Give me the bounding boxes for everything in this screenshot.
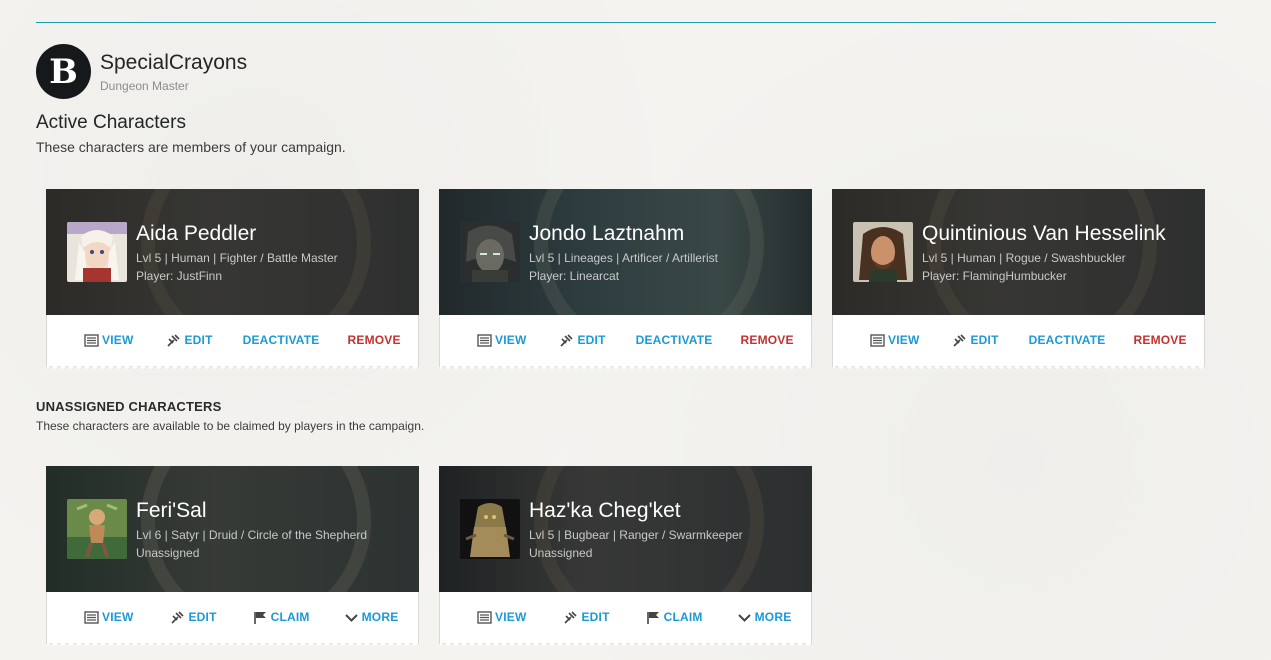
remove-button[interactable]: REMOVE bbox=[741, 333, 794, 347]
edit-icon bbox=[560, 333, 574, 347]
character-details: Lvl 6 | Satyr | Druid / Circle of the Sh… bbox=[136, 528, 368, 542]
campaign-page: B SpecialCrayons Dungeon Master Active C… bbox=[0, 0, 1271, 660]
card-actions: VIEW EDIT DEACTIVATE REMOVE bbox=[46, 315, 419, 370]
remove-button[interactable]: REMOVE bbox=[1134, 333, 1187, 347]
edit-button[interactable]: EDIT bbox=[170, 610, 216, 624]
character-name[interactable]: Aida Peddler bbox=[136, 222, 256, 246]
card-header[interactable]: Jondo Laztnahm Lvl 5 | Lineages | Artifi… bbox=[439, 189, 812, 315]
remove-button[interactable]: REMOVE bbox=[348, 333, 401, 347]
character-portrait bbox=[67, 499, 127, 559]
character-name[interactable]: Quintinious Van Hesselink bbox=[922, 222, 1166, 246]
edit-button[interactable]: EDIT bbox=[563, 610, 609, 624]
card-header[interactable]: Haz'ka Cheg'ket Lvl 5 | Bugbear | Ranger… bbox=[439, 466, 812, 592]
chevron-down-icon bbox=[737, 613, 751, 622]
character-player: Player: Linearcat bbox=[529, 269, 620, 283]
active-characters-title: Active Characters bbox=[36, 112, 186, 133]
card-actions: VIEW EDIT CLAIM MORE bbox=[46, 592, 419, 647]
sheet-icon bbox=[84, 333, 99, 347]
character-name[interactable]: Haz'ka Cheg'ket bbox=[529, 499, 681, 523]
chevron-down-icon bbox=[344, 613, 358, 622]
view-button[interactable]: VIEW bbox=[84, 333, 133, 347]
edit-button[interactable]: EDIT bbox=[559, 333, 605, 347]
deactivate-button[interactable]: DEACTIVATE bbox=[1029, 333, 1106, 347]
character-portrait bbox=[67, 222, 127, 282]
sheet-icon bbox=[84, 610, 99, 624]
dm-profile: B SpecialCrayons Dungeon Master bbox=[36, 44, 247, 99]
character-player: Unassigned bbox=[136, 546, 200, 560]
edit-icon bbox=[167, 333, 181, 347]
claim-button[interactable]: CLAIM bbox=[253, 610, 310, 624]
claim-button[interactable]: CLAIM bbox=[646, 610, 703, 624]
edit-icon bbox=[171, 610, 185, 624]
card-actions: VIEW EDIT CLAIM MORE bbox=[439, 592, 812, 647]
flag-icon bbox=[253, 611, 266, 624]
character-player: Player: JustFinn bbox=[136, 269, 223, 283]
card-header[interactable]: Quintinious Van Hesselink Lvl 5 | Human … bbox=[832, 189, 1205, 315]
more-button[interactable]: MORE bbox=[344, 610, 399, 624]
character-card-hazka: Haz'ka Cheg'ket Lvl 5 | Bugbear | Ranger… bbox=[439, 466, 812, 647]
character-details: Lvl 5 | Lineages | Artificer / Artilleri… bbox=[529, 251, 718, 265]
username[interactable]: SpecialCrayons bbox=[100, 51, 247, 75]
top-divider bbox=[36, 22, 1216, 23]
character-name[interactable]: Jondo Laztnahm bbox=[529, 222, 684, 246]
character-player: Player: FlamingHumbucker bbox=[922, 269, 1067, 283]
view-button[interactable]: VIEW bbox=[477, 333, 526, 347]
deactivate-button[interactable]: DEACTIVATE bbox=[636, 333, 713, 347]
deactivate-button[interactable]: DEACTIVATE bbox=[243, 333, 320, 347]
user-role: Dungeon Master bbox=[100, 78, 189, 93]
view-button[interactable]: VIEW bbox=[870, 333, 919, 347]
view-button[interactable]: VIEW bbox=[84, 610, 133, 624]
character-name[interactable]: Feri'Sal bbox=[136, 499, 207, 523]
character-card-aida: Aida Peddler Lvl 5 | Human | Fighter / B… bbox=[46, 189, 419, 370]
character-details: Lvl 5 | Bugbear | Ranger / Swarmkeeper bbox=[529, 528, 743, 542]
edit-button[interactable]: EDIT bbox=[166, 333, 212, 347]
character-player: Unassigned bbox=[529, 546, 593, 560]
card-header[interactable]: Aida Peddler Lvl 5 | Human | Fighter / B… bbox=[46, 189, 419, 315]
edit-icon bbox=[953, 333, 967, 347]
more-button[interactable]: MORE bbox=[737, 610, 792, 624]
view-button[interactable]: VIEW bbox=[477, 610, 526, 624]
card-header[interactable]: Feri'Sal Lvl 6 | Satyr | Druid / Circle … bbox=[46, 466, 419, 592]
character-portrait bbox=[460, 222, 520, 282]
character-card-ferisal: Feri'Sal Lvl 6 | Satyr | Druid / Circle … bbox=[46, 466, 419, 647]
character-portrait bbox=[853, 222, 913, 282]
avatar[interactable]: B bbox=[36, 44, 91, 99]
card-actions: VIEW EDIT DEACTIVATE REMOVE bbox=[439, 315, 812, 370]
sheet-icon bbox=[477, 610, 492, 624]
card-actions: VIEW EDIT DEACTIVATE REMOVE bbox=[832, 315, 1205, 370]
character-portrait bbox=[460, 499, 520, 559]
edit-icon bbox=[564, 610, 578, 624]
edit-button[interactable]: EDIT bbox=[952, 333, 998, 347]
unassigned-characters-description: These characters are available to be cla… bbox=[36, 419, 425, 433]
character-card-quintinious: Quintinious Van Hesselink Lvl 5 | Human … bbox=[832, 189, 1205, 370]
sheet-icon bbox=[477, 333, 492, 347]
active-characters-description: These characters are members of your cam… bbox=[36, 139, 346, 155]
character-card-jondo: Jondo Laztnahm Lvl 5 | Lineages | Artifi… bbox=[439, 189, 812, 370]
character-details: Lvl 5 | Human | Fighter / Battle Master bbox=[136, 251, 338, 265]
character-details: Lvl 5 | Human | Rogue / Swashbuckler bbox=[922, 251, 1126, 265]
sheet-icon bbox=[870, 333, 885, 347]
flag-icon bbox=[646, 611, 659, 624]
unassigned-characters-title: UNASSIGNED CHARACTERS bbox=[36, 399, 222, 414]
